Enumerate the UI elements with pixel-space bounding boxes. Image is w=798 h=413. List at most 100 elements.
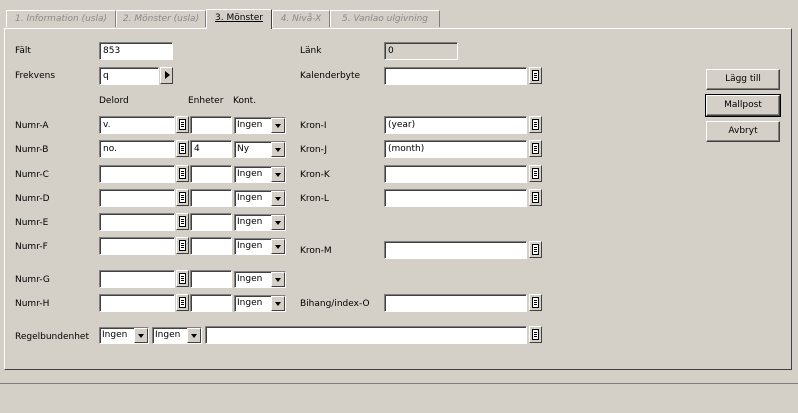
- kron-k-label: Kron-K: [300, 170, 330, 180]
- regelbundenhet-label: Regelbundenhet: [15, 332, 89, 342]
- regel-picker-icon[interactable]: [529, 326, 542, 343]
- kont-value: Ingen: [237, 274, 263, 284]
- numr-label: Numr-B: [15, 145, 49, 155]
- chevron-down-icon[interactable]: [271, 272, 285, 287]
- delord-field[interactable]: [99, 294, 175, 312]
- delord-field[interactable]: v.: [99, 116, 175, 134]
- kont-select[interactable]: Ingen: [234, 238, 286, 255]
- chevron-down-icon[interactable]: [134, 328, 148, 343]
- kron-l-picker-icon[interactable]: [529, 189, 542, 206]
- kron-l-field[interactable]: [384, 189, 527, 207]
- enheter-field[interactable]: [190, 237, 232, 255]
- column-delord: Delord: [99, 96, 129, 106]
- chevron-down-icon[interactable]: [271, 142, 285, 157]
- kont-select[interactable]: Ingen: [234, 190, 286, 207]
- numr-label: Numr-D: [15, 194, 50, 204]
- enheter-field[interactable]: [190, 270, 232, 288]
- regel-text-field[interactable]: [205, 326, 527, 344]
- kont-value: Ingen: [237, 298, 263, 308]
- numr-label: Numr-G: [15, 275, 50, 285]
- enheter-field[interactable]: [190, 213, 232, 231]
- chevron-down-icon[interactable]: [271, 239, 285, 254]
- enheter-field[interactable]: 4: [190, 140, 232, 158]
- kron-j-field[interactable]: (month): [384, 140, 527, 158]
- kron-j-picker-icon[interactable]: [529, 140, 542, 157]
- chevron-down-icon[interactable]: [271, 191, 285, 206]
- kalenderbyte-picker-icon[interactable]: [529, 67, 542, 84]
- kont-value: Ny: [237, 144, 250, 154]
- add-button[interactable]: Lägg till: [706, 69, 780, 90]
- kont-select[interactable]: Ingen: [234, 214, 286, 231]
- delord-field[interactable]: no.: [99, 140, 175, 158]
- lank-label: Länk: [300, 46, 322, 56]
- chevron-down-icon[interactable]: [271, 296, 285, 311]
- delord-picker-icon[interactable]: [176, 213, 189, 230]
- enheter-field[interactable]: [190, 165, 232, 183]
- delord-field[interactable]: [99, 213, 175, 231]
- kron-m-label: Kron-M: [300, 246, 332, 256]
- numr-label: Numr-C: [15, 170, 49, 180]
- kont-select[interactable]: Ingen: [234, 166, 286, 183]
- delord-picker-icon[interactable]: [176, 237, 189, 254]
- kont-select[interactable]: Ingen: [234, 117, 286, 134]
- bihang-index-picker-icon[interactable]: [529, 294, 542, 311]
- kont-value: Ingen: [237, 193, 263, 203]
- kron-k-field[interactable]: [384, 165, 527, 183]
- tab-niva-x[interactable]: 4. Nivå-X: [272, 10, 330, 27]
- tab-monster[interactable]: 3. Mönster: [206, 9, 272, 29]
- kont-value: Ingen: [237, 241, 263, 251]
- kont-select[interactable]: Ny: [234, 141, 286, 158]
- kron-i-picker-icon[interactable]: [529, 116, 542, 133]
- chevron-down-icon[interactable]: [271, 167, 285, 182]
- chevron-down-icon[interactable]: [271, 215, 285, 230]
- numr-label: Numr-E: [15, 218, 49, 228]
- tab-vanlao-ulgivning[interactable]: 5. Vanlao ulgivning: [330, 10, 440, 27]
- falt-label: Fält: [15, 46, 31, 56]
- lank-field: 0: [384, 42, 458, 60]
- bottom-divider: [0, 383, 798, 384]
- kron-l-label: Kron-L: [300, 194, 329, 204]
- delord-field[interactable]: [99, 270, 175, 288]
- kron-k-picker-icon[interactable]: [529, 165, 542, 182]
- kalenderbyte-label: Kalenderbyte: [300, 71, 361, 81]
- delord-picker-icon[interactable]: [176, 116, 189, 133]
- kalenderbyte-field[interactable]: [384, 67, 527, 85]
- numr-label: Numr-H: [15, 299, 50, 309]
- regel-select-1[interactable]: Ingen: [99, 327, 149, 344]
- delord-picker-icon[interactable]: [176, 270, 189, 287]
- kron-m-field[interactable]: [384, 241, 527, 259]
- delord-picker-icon[interactable]: [176, 189, 189, 206]
- bihang-index-field[interactable]: [384, 294, 527, 312]
- regel-select-2[interactable]: Ingen: [152, 327, 202, 344]
- delord-field[interactable]: [99, 165, 175, 183]
- numr-label: Numr-F: [15, 242, 48, 252]
- kron-m-picker-icon[interactable]: [529, 241, 542, 258]
- bihang-index-label: Bihang/index-O: [300, 299, 370, 309]
- kont-value: Ingen: [237, 120, 263, 130]
- enheter-field[interactable]: [190, 116, 232, 134]
- kron-i-label: Kron-I: [300, 121, 327, 131]
- cancel-button[interactable]: Avbryt: [706, 121, 780, 142]
- tab-information[interactable]: 1. Information (usla): [6, 10, 116, 27]
- tab-monster-usla[interactable]: 2. Mönster (usla): [116, 10, 206, 27]
- delord-picker-icon[interactable]: [176, 165, 189, 182]
- delord-field[interactable]: [99, 237, 175, 255]
- chevron-down-icon[interactable]: [271, 118, 285, 133]
- kron-j-label: Kron-J: [300, 145, 328, 155]
- template-button[interactable]: Mallpost: [705, 94, 781, 117]
- frekvens-arrow-button[interactable]: [160, 67, 173, 84]
- kont-select[interactable]: Ingen: [234, 271, 286, 288]
- column-enheter: Enheter: [188, 96, 224, 106]
- delord-picker-icon[interactable]: [176, 294, 189, 311]
- enheter-field[interactable]: [190, 294, 232, 312]
- delord-picker-icon[interactable]: [176, 140, 189, 157]
- kont-value: Ingen: [237, 217, 263, 227]
- delord-field[interactable]: [99, 189, 175, 207]
- frekvens-label: Frekvens: [15, 71, 56, 81]
- frekvens-field[interactable]: q: [99, 67, 159, 85]
- enheter-field[interactable]: [190, 189, 232, 207]
- falt-field[interactable]: 853: [99, 42, 173, 60]
- chevron-down-icon[interactable]: [187, 328, 201, 343]
- kont-select[interactable]: Ingen: [234, 295, 286, 312]
- kron-i-field[interactable]: (year): [384, 116, 527, 134]
